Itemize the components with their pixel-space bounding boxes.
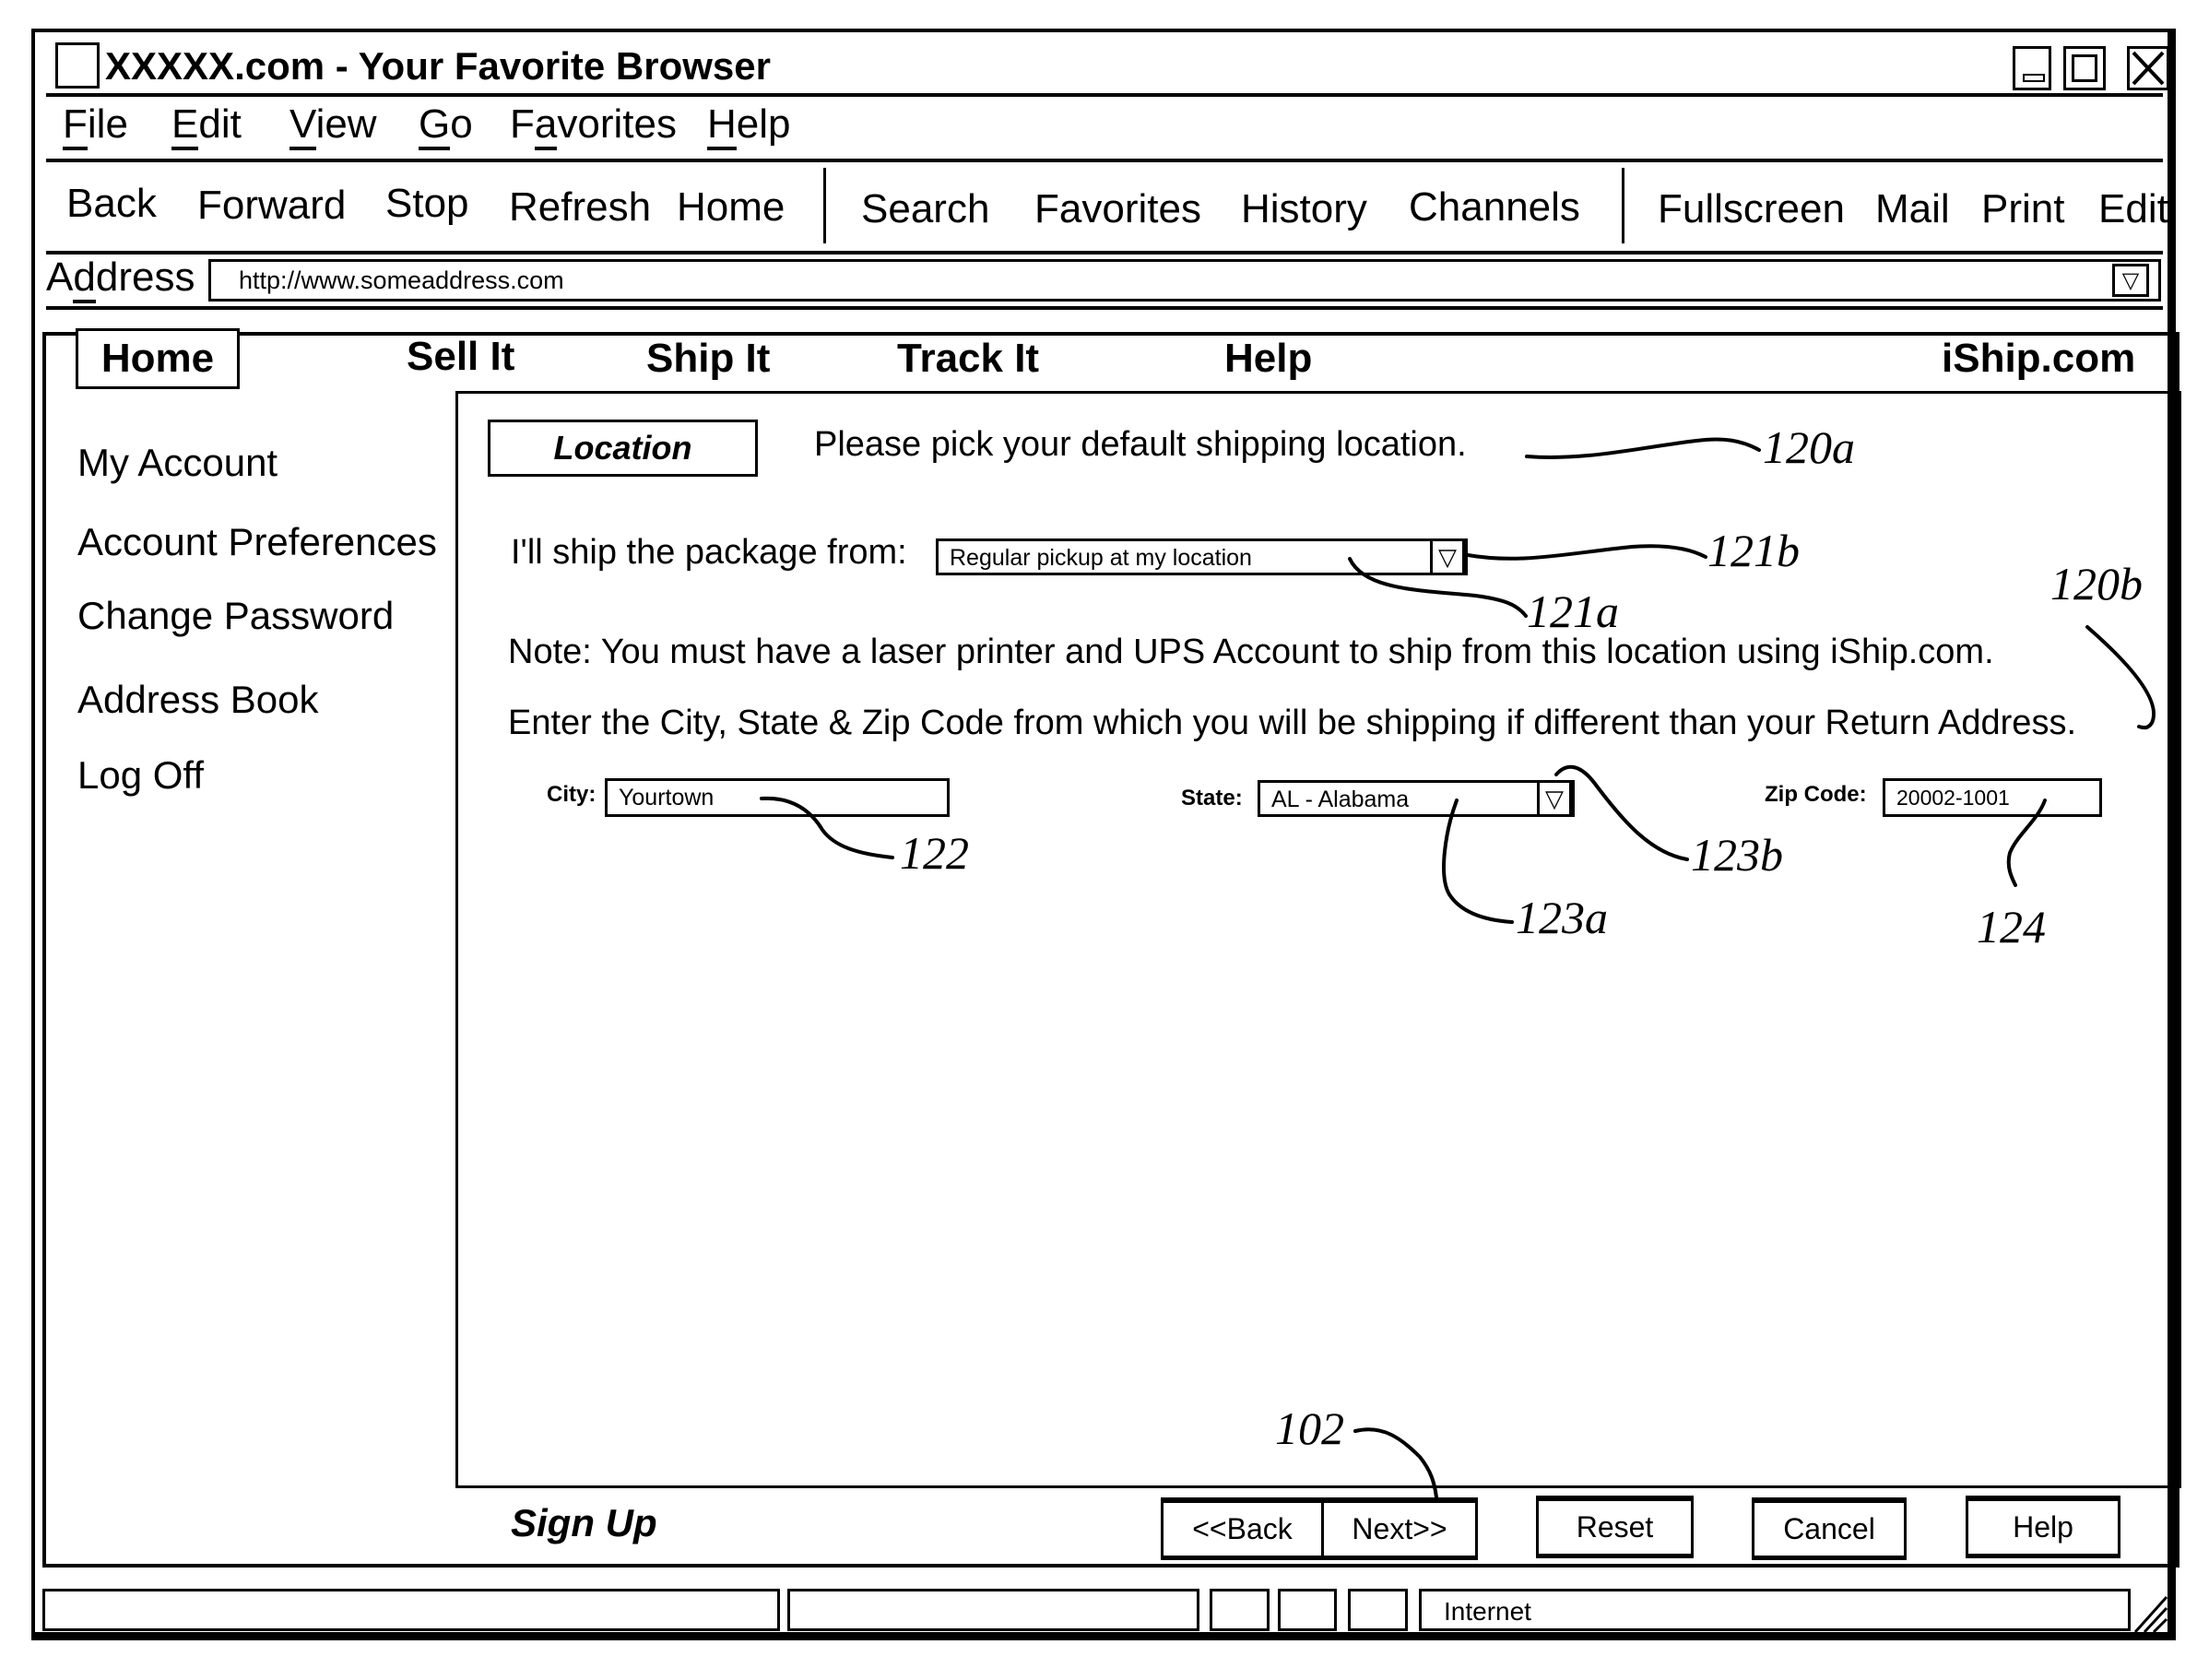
sign-up-link[interactable]: Sign Up <box>511 1501 657 1545</box>
cancel-button[interactable]: Cancel <box>1752 1497 1907 1560</box>
leader-122 <box>760 796 894 859</box>
status-segment-main <box>42 1589 780 1631</box>
leader-102 <box>1353 1427 1438 1499</box>
leader-123b <box>1554 764 1689 861</box>
status-zone: Internet <box>1419 1589 2131 1631</box>
leader-120a <box>1525 437 1761 459</box>
next-button[interactable]: Next>> <box>1321 1497 1478 1560</box>
leader-120b <box>2085 625 2156 730</box>
help-button[interactable]: Help <box>1966 1496 2120 1558</box>
leader-121a <box>1348 557 1528 618</box>
status-indicator-2 <box>1278 1589 1337 1631</box>
reset-button[interactable]: Reset <box>1536 1496 1694 1558</box>
status-zone-label: Internet <box>1444 1597 1531 1626</box>
resize-grip-icon[interactable] <box>2130 1591 2170 1634</box>
reference-leader-lines <box>760 437 2156 1499</box>
back-button[interactable]: <<Back <box>1161 1497 1324 1560</box>
leader-123a <box>1442 799 1514 924</box>
status-segment-progress <box>787 1589 1199 1631</box>
status-indicator-1 <box>1210 1589 1270 1631</box>
leader-124 <box>2006 799 2047 887</box>
leader-121b <box>1466 544 1707 561</box>
status-indicator-3 <box>1348 1589 1408 1631</box>
